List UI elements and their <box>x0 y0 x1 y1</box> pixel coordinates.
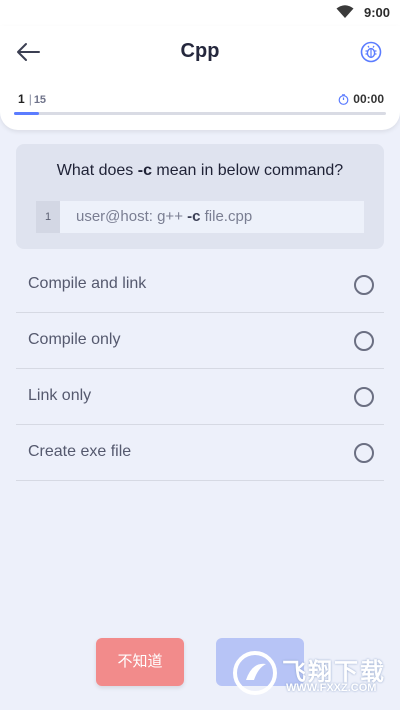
wifi-icon <box>336 5 354 18</box>
radio-button[interactable] <box>354 275 374 295</box>
radio-button[interactable] <box>354 443 374 463</box>
code-block: 1 user@host: g++ -c file.cpp <box>36 201 364 233</box>
answer-option[interactable]: Link only <box>16 369 384 425</box>
watermark-site: WWW.FXXZ.COM <box>286 682 377 694</box>
dont-know-button[interactable]: 不知道 <box>96 638 184 686</box>
status-bar: 9:00 <box>0 0 400 26</box>
watermark: 飞翔下载 WWW.FXXZ.COM <box>232 650 392 702</box>
radio-button[interactable] <box>354 331 374 351</box>
code-command-prefix: user@host: g++ <box>76 208 188 225</box>
bug-report-icon[interactable] <box>360 41 382 63</box>
radio-button[interactable] <box>354 387 374 407</box>
counter-separator: | <box>28 92 32 106</box>
timer-value: 00:00 <box>353 92 384 106</box>
answer-option[interactable]: Create exe file <box>16 425 384 481</box>
answer-option[interactable]: Compile only <box>16 313 384 369</box>
current-question-number: 1 <box>18 92 25 106</box>
timer: 00:00 <box>338 92 384 106</box>
answer-option[interactable]: Compile and link <box>16 257 384 313</box>
question-text-prefix: What does <box>56 162 138 179</box>
answer-option-label: Create exe file <box>28 443 132 460</box>
stopwatch-icon <box>338 93 349 105</box>
quiz-header: Cpp 1 | 15 00:00 <box>0 26 400 130</box>
question-card: What does -c mean in below command? 1 us… <box>16 144 384 249</box>
total-questions: 15 <box>33 94 47 106</box>
answer-option-label: Link only <box>28 387 92 404</box>
question-text-suffix: mean in below command? <box>151 162 344 179</box>
code-command-flag: -c <box>187 208 201 225</box>
progress-bar <box>14 112 386 115</box>
code-command-suffix: file.cpp <box>200 208 253 225</box>
answer-option-label: Compile and link <box>28 275 147 292</box>
code-line: user@host: g++ -c file.cpp <box>76 201 252 233</box>
status-time: 9:00 <box>363 5 390 20</box>
code-line-number: 1 <box>36 201 60 233</box>
watermark-logo-icon <box>233 651 277 695</box>
progress-bar-fill <box>14 112 39 115</box>
answer-options: Compile and link Compile only Link only … <box>16 257 384 481</box>
answer-option-label: Compile only <box>28 331 121 348</box>
question-highlight: -c <box>137 162 152 179</box>
question-text: What does -c mean in below command? <box>16 162 384 180</box>
page-title: Cpp <box>180 40 220 62</box>
question-counter: 1 | 15 <box>18 92 46 106</box>
